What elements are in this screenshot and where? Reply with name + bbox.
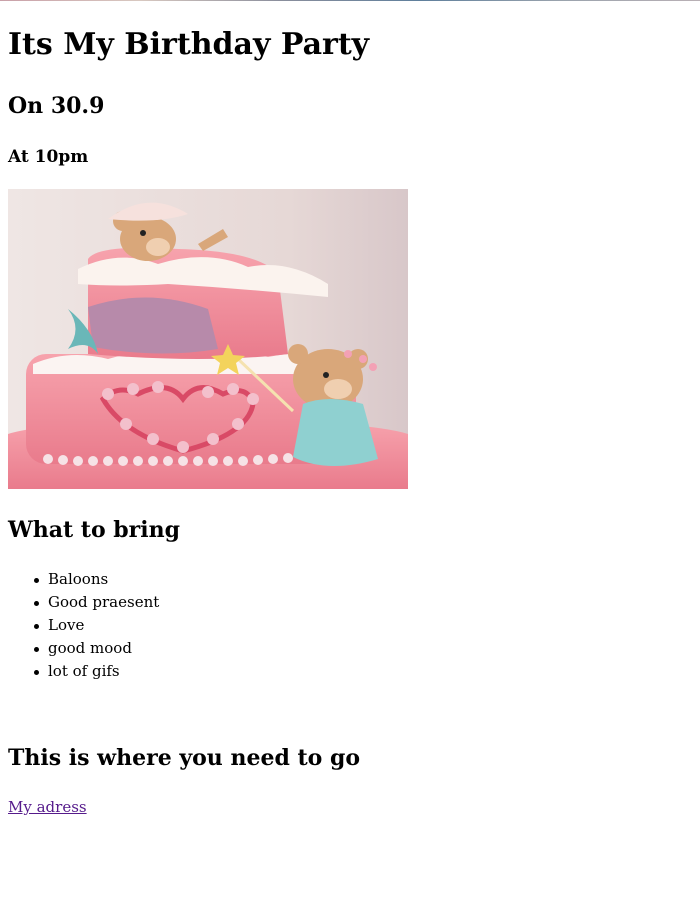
list-item: lot of gifs [8, 660, 408, 683]
bullet-icon [34, 624, 39, 629]
list-item-label: Love [48, 616, 85, 634]
cake-illustration [8, 189, 408, 489]
what-to-bring-heading: What to bring [8, 517, 180, 543]
party-time: At 10pm [8, 147, 89, 167]
location-heading: This is where you need to go [8, 745, 361, 771]
top-decorative-strip [0, 0, 700, 1]
birthday-cake-image [8, 189, 408, 489]
list-item-label: Good praesent [48, 593, 160, 611]
bring-list: Baloons Good praesent Love good mood lot… [8, 568, 408, 683]
bullet-icon [34, 578, 39, 583]
party-date: On 30.9 [8, 93, 105, 119]
list-item: good mood [8, 637, 408, 660]
bullet-icon [34, 670, 39, 675]
address-link[interactable]: My adress [8, 796, 87, 819]
list-item: Love [8, 614, 408, 637]
bullet-icon [34, 647, 39, 652]
list-item: Baloons [8, 568, 408, 591]
list-item: Good praesent [8, 591, 408, 614]
bullet-icon [34, 601, 39, 606]
list-item-label: lot of gifs [48, 662, 120, 680]
list-item-label: good mood [48, 639, 132, 657]
list-item-label: Baloons [48, 570, 109, 588]
page-title: Its My Birthday Party [8, 27, 370, 62]
